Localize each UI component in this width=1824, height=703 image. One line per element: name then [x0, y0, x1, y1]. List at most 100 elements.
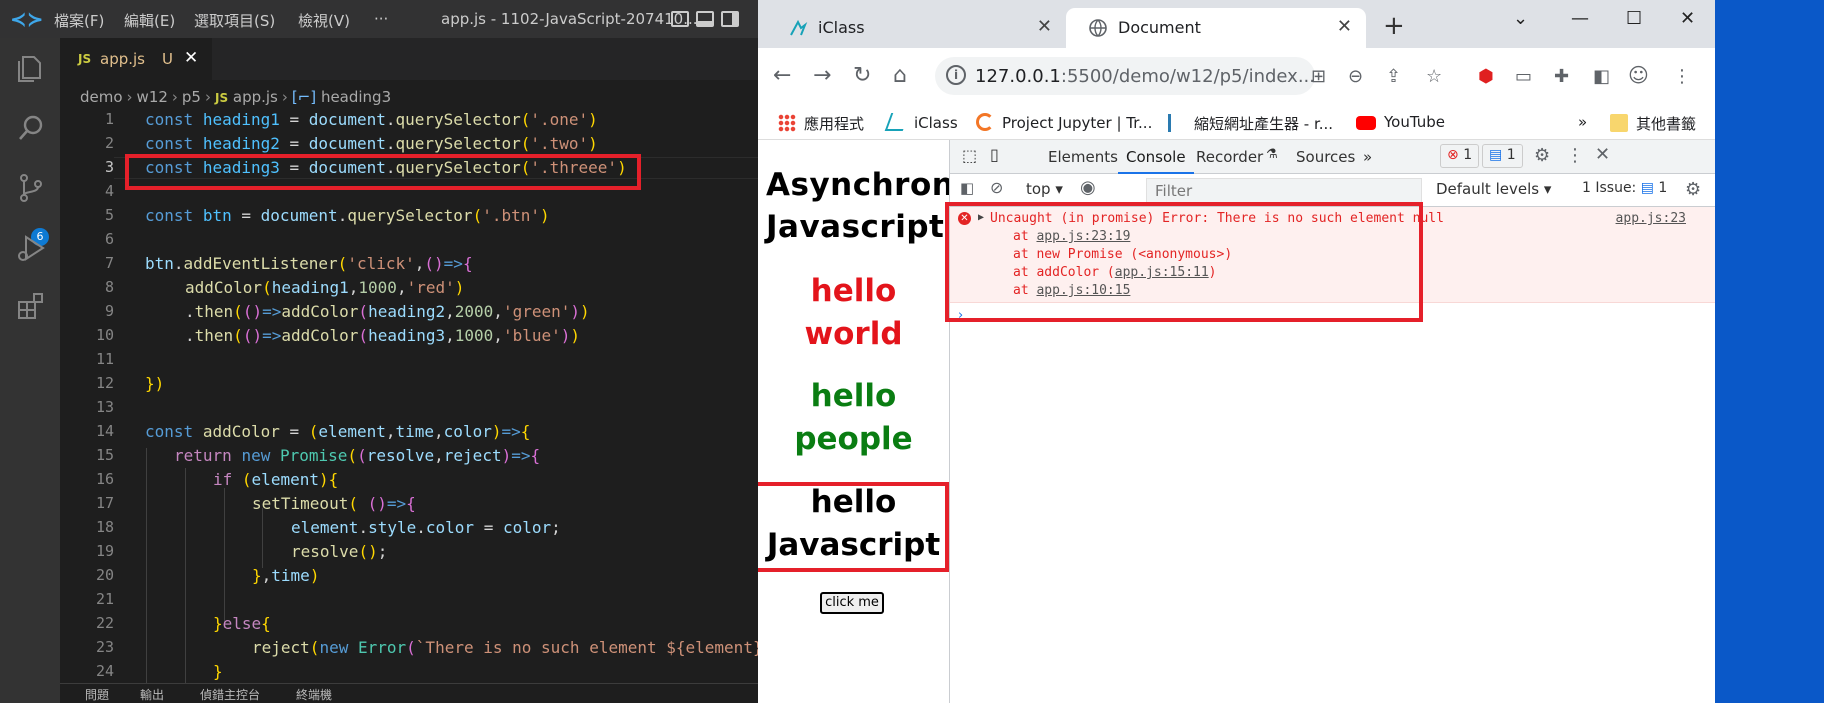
message-count-badge[interactable]: ▤ 1	[1482, 144, 1523, 168]
explorer-icon[interactable]	[15, 52, 47, 84]
profile-avatar[interactable]: ☺	[1628, 63, 1649, 87]
close-window-button[interactable]: ✕	[1680, 8, 1695, 29]
click-me-button[interactable]: click me	[820, 592, 884, 614]
address-bar[interactable]: i 127.0.0.1:5500/demo/w12/p5/index....	[935, 57, 1315, 95]
sidebar-toggle-icon[interactable]: ◧	[960, 179, 974, 197]
run-debug-icon[interactable]	[15, 232, 47, 264]
chrome-menu-icon[interactable]: ⋮	[1673, 66, 1691, 87]
context-selector[interactable]: top ▾	[1026, 180, 1063, 198]
breadcrumb-file[interactable]: app.js	[233, 88, 278, 106]
close-devtools-icon[interactable]: ✕	[1595, 144, 1610, 165]
share-icon[interactable]: ⇪	[1386, 66, 1401, 87]
url-shortener-icon	[1168, 114, 1186, 132]
breadcrumb-w12[interactable]: w12	[137, 88, 168, 106]
panel-tab-terminal[interactable]: 終端機	[296, 686, 332, 703]
js-file-icon: JS	[78, 52, 92, 66]
extension-icon[interactable]: ▭	[1515, 66, 1532, 87]
back-icon[interactable]: ←	[773, 63, 791, 88]
extensions-icon[interactable]	[15, 290, 47, 322]
tab-close-icon[interactable]: ✕	[1037, 16, 1052, 37]
menu-file[interactable]: 檔案(F)	[54, 10, 104, 31]
search-icon[interactable]	[15, 112, 47, 144]
inspect-element-icon[interactable]: ⬚	[962, 146, 977, 165]
devtools-tab-sources[interactable]: Sources	[1296, 148, 1355, 166]
menu-view[interactable]: 檢視(V)	[298, 10, 350, 31]
new-tab-button[interactable]: +	[1383, 11, 1405, 41]
adblock-extension-icon[interactable]: ⬢	[1478, 66, 1494, 87]
browser-tab-iclass[interactable]: iClass ✕	[766, 8, 1066, 48]
menu-selection[interactable]: 選取項目(S)	[194, 10, 275, 31]
source-control-icon[interactable]	[15, 172, 47, 204]
browser-tab-document[interactable]: Document ✕	[1066, 8, 1366, 48]
translate-icon[interactable]: ⊞	[1311, 66, 1326, 87]
devtools-tab-recorder[interactable]: Recorder	[1196, 148, 1263, 166]
forward-icon[interactable]: →	[813, 63, 831, 88]
reload-icon[interactable]: ↻	[853, 63, 871, 88]
bookmark-iclass[interactable]: iClass	[884, 113, 958, 132]
panel-tab-debug-console[interactable]: 偵錯主控台	[200, 686, 260, 703]
toggle-secondary-sidebar-icon[interactable]	[721, 11, 739, 27]
code-editor[interactable]: 1 2 3 4 5 6 7 8 9 10 11 12 13 14 15 16 1…	[60, 108, 758, 688]
maximize-button[interactable]: ☐	[1626, 8, 1642, 29]
chrome-tab-strip: iClass ✕ Document ✕ + ⌄ — ☐ ✕	[758, 0, 1715, 48]
breadcrumb: demo › w12 › p5 › JS app.js › [⌐] heading3	[80, 88, 392, 106]
heading-one: hello world	[804, 273, 903, 352]
devtools-menu-icon[interactable]: ⋮	[1566, 145, 1584, 166]
error-source-link[interactable]: app.js:23	[1616, 211, 1686, 226]
breadcrumb-demo[interactable]: demo	[80, 88, 123, 106]
zoom-icon[interactable]: ⊖	[1348, 66, 1363, 87]
issues-indicator[interactable]: 1 Issue: ▤ 1	[1576, 178, 1673, 202]
console-settings-icon[interactable]: ⚙	[1685, 179, 1701, 200]
breadcrumb-p5[interactable]: p5	[182, 88, 201, 106]
menu-edit[interactable]: 編輯(E)	[124, 10, 175, 31]
console-filter-input[interactable]: Filter	[1146, 178, 1422, 203]
bookmarks-overflow[interactable]: »	[1578, 113, 1587, 131]
bookmark-jupyter[interactable]: Project Jupyter | Tr...	[976, 113, 1152, 132]
panel-tab-problems[interactable]: 問題	[85, 686, 109, 703]
panel-tab-output[interactable]: 輸出	[140, 686, 164, 703]
other-bookmarks[interactable]: 其他書籤	[1610, 113, 1696, 134]
log-levels-dropdown[interactable]: Default levels ▾	[1436, 180, 1551, 198]
tab-close-icon[interactable]: ✕	[184, 48, 198, 68]
line-number: 19	[95, 542, 114, 560]
code-line: element.style.color = color;	[291, 518, 561, 537]
side-panel-icon[interactable]: ◧	[1593, 66, 1610, 87]
settings-gear-icon[interactable]: ⚙	[1534, 145, 1550, 166]
menu-more[interactable]: ···	[374, 10, 388, 28]
browser-tab-title: iClass	[818, 18, 865, 37]
devtools-tab-console[interactable]: Console	[1118, 148, 1194, 174]
toggle-sidebar-icon[interactable]	[671, 11, 689, 27]
line-number: 20	[95, 566, 114, 584]
url-host: 127.0.0.1	[975, 66, 1061, 87]
bookmark-youtube[interactable]: YouTube	[1356, 113, 1445, 131]
bookmark-apps[interactable]: 應用程式	[778, 113, 864, 134]
device-toolbar-icon[interactable]: ▯	[990, 145, 999, 164]
js-file-icon: JS	[214, 91, 229, 105]
live-expression-eye-icon[interactable]: ◉	[1080, 177, 1096, 198]
vscode-logo-icon: ≺≻	[10, 7, 44, 31]
line-number: 8	[104, 278, 114, 296]
site-info-icon[interactable]: i	[946, 65, 966, 85]
breadcrumb-symbol[interactable]: heading3	[321, 88, 391, 106]
indent-guide	[185, 468, 186, 688]
minimize-button[interactable]: —	[1571, 8, 1589, 29]
extensions-puzzle-icon[interactable]: ✚	[1554, 66, 1569, 87]
editor-tab-app-js[interactable]: JS app.js U ✕	[60, 38, 212, 80]
toggle-panel-icon[interactable]	[696, 11, 714, 27]
bookmark-url-shortener[interactable]: 縮短網址產生器 - r...	[1168, 113, 1333, 134]
browser-tab-title: Document	[1118, 18, 1201, 37]
home-icon[interactable]: ⌂	[893, 63, 907, 88]
tab-search-icon[interactable]: ⌄	[1513, 8, 1528, 29]
activity-bar: 6	[0, 38, 60, 703]
bookmark-star-icon[interactable]: ☆	[1426, 66, 1442, 87]
tab-close-icon[interactable]: ✕	[1337, 16, 1352, 37]
more-tabs-button[interactable]: »	[1363, 148, 1372, 166]
clear-console-icon[interactable]: ⊘	[990, 178, 1003, 197]
variable-symbol-icon: [⌐]	[291, 88, 317, 106]
line-number: 4	[104, 182, 114, 200]
code-line: .then(()=>addColor(heading2,2000,'green'…	[185, 302, 590, 321]
error-count-badge[interactable]: ⊗ 1	[1440, 144, 1480, 168]
devtools-tab-elements[interactable]: Elements	[1048, 148, 1118, 166]
line-number: 12	[95, 374, 114, 392]
code-line: const addColor = (element,time,color)=>{	[145, 422, 531, 441]
